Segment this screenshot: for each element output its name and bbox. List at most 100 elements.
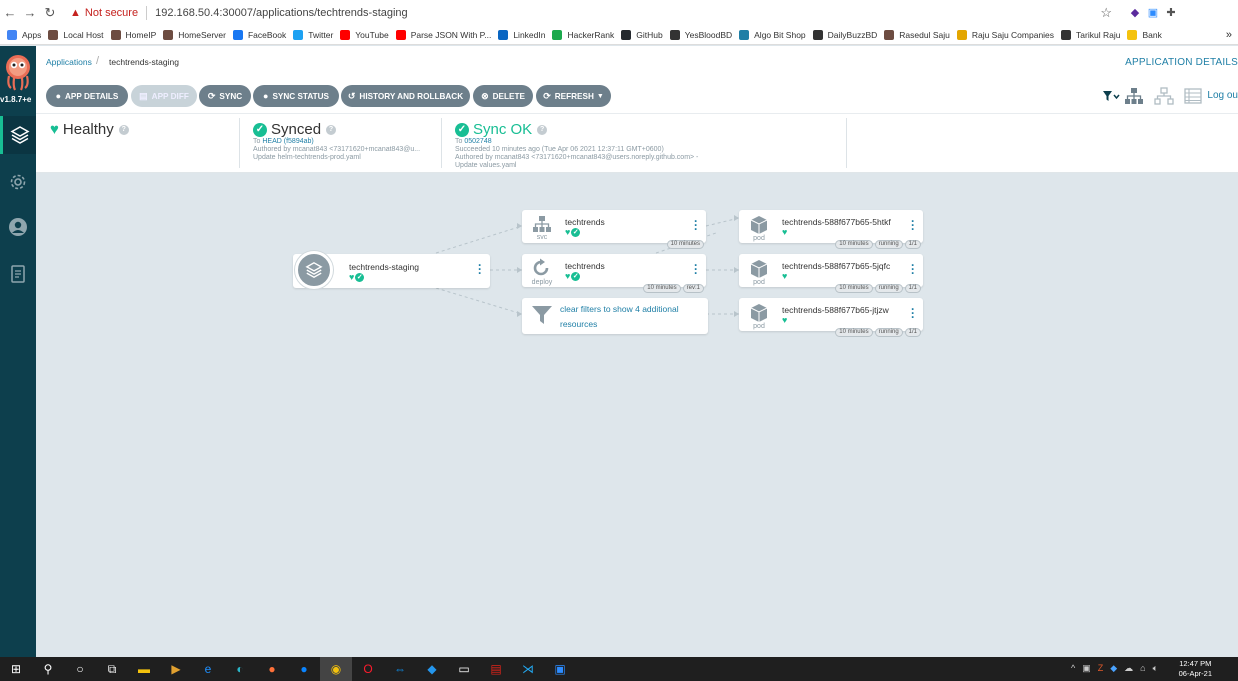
task-view-icon[interactable]: ⧉	[96, 657, 128, 681]
app-details-button[interactable]: ● APP DETAILS	[46, 85, 128, 107]
windows-start-icon[interactable]: ⊞	[0, 657, 32, 681]
zoom-app-icon[interactable]: ▣	[544, 657, 576, 681]
dropbox-icon[interactable]: ◆	[1110, 663, 1117, 674]
bookmark-item[interactable]: YesBloodBD	[669, 29, 732, 40]
pod-status: ♥	[782, 227, 787, 237]
bookmark-item[interactable]: DailyBuzzBD	[812, 29, 877, 40]
file-explorer-icon[interactable]: ▬	[128, 657, 160, 681]
more-menu-icon[interactable]: · · ·	[910, 303, 916, 323]
bookmark-item[interactable]: Rasedul Saju	[884, 29, 950, 40]
sidebar-item-applications[interactable]	[0, 116, 36, 154]
sidebar-item-docs[interactable]	[0, 255, 36, 293]
bookmark-item[interactable]: HomeServer	[163, 29, 226, 40]
forward-icon[interactable]: →	[20, 5, 40, 20]
network-tray-icon[interactable]: ⌂	[1140, 663, 1145, 674]
tray-app-icon[interactable]: ▣	[1082, 663, 1091, 674]
bookmark-label: Twitter	[308, 29, 334, 40]
pod-tags: 10 minutes running 1/1	[835, 284, 921, 293]
url-bar[interactable]: ▲ Not secure 192.168.50.4:30007/applicat…	[66, 2, 1112, 23]
delete-button[interactable]: ⊗ DELETE	[473, 85, 533, 107]
clock[interactable]: 12:47 PM 06-Apr-21	[1179, 659, 1212, 679]
breadcrumb-applications[interactable]: Applications	[46, 57, 92, 67]
sidebar-item-user-info[interactable]	[0, 208, 36, 246]
bookmark-item[interactable]: YouTube	[340, 29, 389, 40]
bookmark-label: Parse JSON With P...	[410, 29, 492, 40]
bookmark-item[interactable]: Bank	[1127, 29, 1162, 40]
back-icon[interactable]: ←	[0, 5, 20, 20]
deploy-node[interactable]: deploy techtrends ♥ ✓ · · · 10 minutes rev:1	[522, 254, 706, 293]
argo-logo[interactable]	[3, 52, 33, 92]
chrome-icon[interactable]: ◉	[320, 657, 352, 681]
more-menu-icon[interactable]: · · ·	[910, 259, 916, 279]
opera-icon[interactable]: O	[352, 657, 384, 681]
bookmark-item[interactable]: LinkedIn	[498, 29, 545, 40]
pod-node[interactable]: pod techtrends-588f677b65-5htkf ♥ · · · 10 min…	[739, 210, 923, 249]
sync-revision-link[interactable]: HEAD (f5894ab)	[262, 138, 313, 145]
help-icon[interactable]: ?	[537, 124, 548, 135]
pod-kind: pod	[753, 235, 765, 242]
sync-status-button[interactable]: ● SYNC STATUS	[253, 85, 339, 107]
bookmark-item[interactable]: FaceBook	[232, 29, 286, 40]
filter-node[interactable]: clear filters to show 4 additional resou…	[522, 298, 708, 334]
puzzle-icon[interactable]: ✚	[1162, 6, 1180, 19]
ie-browser-icon[interactable]: e	[192, 657, 224, 681]
zoom-extension-icon[interactable]: ▣	[1144, 6, 1162, 19]
operation-revision-link[interactable]: 0502748	[464, 138, 491, 145]
vscode-icon[interactable]: ⋊	[512, 657, 544, 681]
logout-link[interactable]: Log ou	[1207, 90, 1238, 101]
bookmark-item[interactable]: Raju Saju Companies	[956, 29, 1054, 40]
cortana-icon[interactable]: ○	[64, 657, 96, 681]
edge-browser-icon[interactable]: ◐	[224, 657, 256, 681]
more-menu-icon[interactable]: · · ·	[910, 215, 916, 235]
operation-target: To 0502748	[455, 138, 492, 145]
app-diff-button[interactable]: ▤ APP DIFF	[131, 85, 197, 107]
pdf-reader-icon[interactable]: ▤	[480, 657, 512, 681]
more-menu-icon[interactable]: · · ·	[477, 259, 483, 279]
firefox-icon[interactable]: ●	[256, 657, 288, 681]
bookmark-favicon-icon	[956, 29, 967, 40]
bookmark-favicon-icon	[1127, 29, 1138, 40]
tray-chevron-icon[interactable]: ^	[1071, 663, 1075, 674]
bookmark-item[interactable]: GitHub	[621, 29, 663, 40]
pod-node[interactable]: pod techtrends-588f677b65-jtjzw ♥ · · · 10 min…	[739, 298, 923, 337]
more-menu-icon[interactable]: · · ·	[693, 259, 699, 279]
history-rollback-button[interactable]: ↺ HISTORY AND ROLLBACK	[341, 85, 470, 107]
bookmark-item[interactable]: HomeIP	[110, 29, 156, 40]
list-view-button[interactable]	[1184, 87, 1202, 105]
firefox-dev-icon[interactable]: ●	[288, 657, 320, 681]
app-node[interactable]: techtrends-staging ♥ ✓ · · ·	[293, 251, 490, 289]
bookmark-item[interactable]: Algo Bit Shop	[739, 29, 806, 40]
clear-filters-link[interactable]: clear filters to show 4 additional resou…	[560, 302, 700, 332]
search-icon[interactable]: ⚲	[32, 657, 64, 681]
bookmark-item[interactable]: Twitter	[293, 29, 334, 40]
reload-icon[interactable]: ↻	[40, 5, 60, 21]
bookmark-item[interactable]: HackerRank	[552, 29, 614, 40]
media-player-icon[interactable]: ▶	[160, 657, 192, 681]
bookmark-item[interactable]: Tarikul Raju	[1061, 29, 1120, 40]
tree-view-button[interactable]	[1124, 87, 1144, 105]
volume-icon[interactable]: 🔈︎	[1153, 663, 1158, 674]
network-view-button[interactable]	[1154, 87, 1174, 105]
bookmark-item[interactable]: Parse JSON With P...	[395, 29, 492, 40]
bookmark-item[interactable]: Local Host	[48, 29, 104, 40]
more-menu-icon[interactable]: · · ·	[693, 215, 699, 235]
onedrive-icon[interactable]: ☁	[1124, 663, 1133, 674]
extension-icon[interactable]: ◆	[1126, 6, 1144, 19]
help-icon[interactable]: ?	[118, 124, 129, 135]
refresh-button[interactable]: ⟳ REFRESH ▼	[536, 85, 611, 107]
terminal-icon[interactable]: ▭	[448, 657, 480, 681]
bookmark-item[interactable]: Apps	[7, 29, 41, 40]
sync-button[interactable]: ⟳ SYNC	[199, 85, 251, 107]
url-text[interactable]: 192.168.50.4:30007/applications/techtren…	[155, 7, 408, 19]
help-icon[interactable]: ?	[326, 124, 337, 135]
svc-node[interactable]: svc techtrends ♥ ✓ · · · 10 minutes	[522, 210, 706, 249]
bookmark-star-icon[interactable]: ☆	[1100, 5, 1112, 21]
edge-app-svc	[435, 225, 523, 254]
sidebar-item-settings[interactable]	[0, 163, 36, 201]
pod-node[interactable]: pod techtrends-588f677b65-5jqfc ♥ · · · 10 min…	[739, 254, 923, 293]
docker-icon[interactable]: ◆	[416, 657, 448, 681]
bookmarks-overflow-icon[interactable]: »	[1226, 29, 1232, 41]
filter-view-button[interactable]	[1102, 87, 1120, 105]
teamviewer-icon[interactable]: ⇔	[384, 657, 416, 681]
filezilla-icon[interactable]: Z	[1098, 663, 1104, 674]
